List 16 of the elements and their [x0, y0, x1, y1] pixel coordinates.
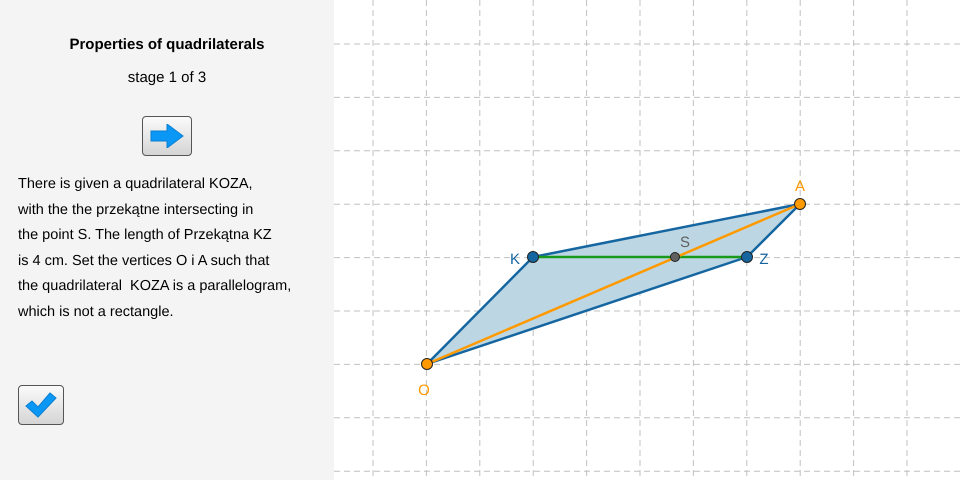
- point[interactable]: [421, 358, 433, 370]
- point-label: Z: [759, 251, 769, 268]
- point-label: O: [418, 382, 430, 399]
- point-label: A: [795, 178, 805, 195]
- checkmark-icon: [25, 392, 57, 418]
- task-description: There is given a quadrilateral KOZA, with the the przekątne intersecting in the point S. The length of Przekątna KZ is 4 cm. Set the vertices O i A such that the quadrilateral KOZA is a parallelogram, which is not a rectangle.: [18, 175, 292, 322]
- stage-label: stage 1 of 3: [128, 69, 206, 86]
- point[interactable]: [527, 251, 539, 263]
- next-button[interactable]: [142, 116, 192, 156]
- point-label: K: [510, 251, 520, 268]
- point[interactable]: [794, 198, 806, 210]
- arrow-right-icon: [150, 124, 184, 148]
- point[interactable]: [741, 251, 753, 263]
- point-label: S: [680, 234, 690, 251]
- check-button[interactable]: [18, 385, 64, 425]
- title: Properties of quadrilaterals: [69, 36, 265, 53]
